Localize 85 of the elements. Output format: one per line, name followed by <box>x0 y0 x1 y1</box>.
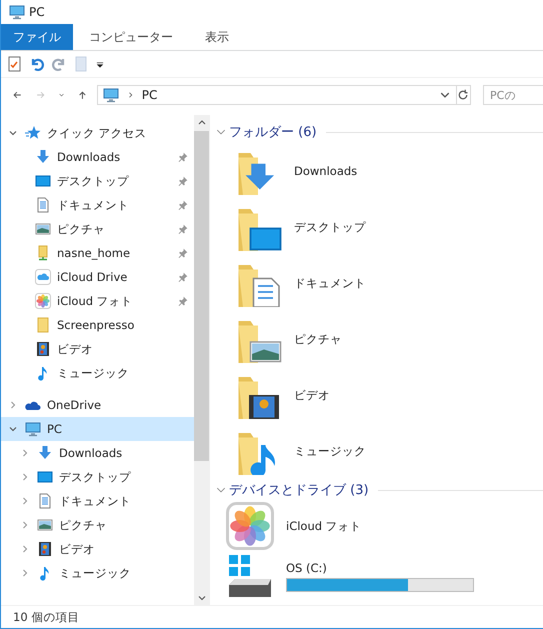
folder-item[interactable]: ドキュメント <box>216 255 543 311</box>
sidebar-item[interactable]: iCloud フォト <box>1 289 194 313</box>
pin-icon[interactable] <box>178 272 188 282</box>
undo-icon[interactable] <box>29 56 45 72</box>
document-icon <box>37 493 53 509</box>
scroll-thumb[interactable] <box>194 131 209 461</box>
properties-icon[interactable] <box>7 56 23 72</box>
sidebar-item[interactable]: クイック アクセス <box>1 121 194 145</box>
sidebar-item[interactable]: Screenpresso <box>1 313 194 337</box>
folder-item[interactable]: iCloud フォト <box>216 501 543 551</box>
collapsed-chevron-icon[interactable] <box>21 473 29 481</box>
blank-page-icon[interactable] <box>73 56 89 72</box>
group-header[interactable]: フォルダー (6) <box>229 123 317 141</box>
collapsed-chevron-icon[interactable] <box>9 401 17 409</box>
redo-icon[interactable] <box>51 56 67 72</box>
document-icon <box>35 197 51 213</box>
computer-icon <box>102 87 120 103</box>
sidebar-item[interactable]: OneDrive <box>1 393 194 417</box>
folder-item[interactable]: デスクトップ <box>216 199 543 255</box>
pin-icon[interactable] <box>178 296 188 306</box>
sidebar-item[interactable]: ピクチャ <box>1 217 194 241</box>
pin-icon[interactable] <box>178 152 188 162</box>
address-bar[interactable]: PC <box>96 85 457 105</box>
sidebar-item[interactable]: ビデオ <box>1 337 194 361</box>
sidebar-item[interactable]: Downloads <box>1 145 194 169</box>
window-title: PC <box>29 5 45 19</box>
refresh-button[interactable] <box>456 85 472 105</box>
folder-item[interactable]: Downloads <box>216 143 543 199</box>
pin-icon[interactable] <box>178 176 188 186</box>
expanded-chevron-icon[interactable] <box>9 425 17 433</box>
pin-icon[interactable] <box>178 224 188 234</box>
desktop-icon <box>35 173 51 189</box>
pin-icon[interactable] <box>178 200 188 210</box>
expanded-chevron-icon[interactable] <box>216 485 226 495</box>
address-path: PC <box>142 88 158 102</box>
star-icon <box>25 125 41 141</box>
scroll-down-icon[interactable] <box>198 595 206 601</box>
recent-dropdown-icon[interactable] <box>58 91 64 99</box>
refresh-icon <box>457 89 470 101</box>
sidebar-item[interactable]: ミュージック <box>1 361 194 385</box>
photos-icon <box>226 502 274 550</box>
collapsed-chevron-icon[interactable] <box>21 497 29 505</box>
sidebar-item[interactable]: ミュージック <box>1 561 194 585</box>
scroll-up-icon[interactable] <box>198 119 206 125</box>
ribbon-tab[interactable]: ファイル <box>1 24 73 50</box>
cloud-icon <box>35 269 51 285</box>
pin-icon[interactable] <box>178 248 188 258</box>
folder-item[interactable]: OS (C:) <box>216 551 543 601</box>
sidebar-item[interactable]: nasne_home <box>1 241 194 265</box>
sidebar-item[interactable]: デスクトップ <box>1 465 194 489</box>
sidebar-item[interactable]: iCloud Drive <box>1 265 194 289</box>
folder-item[interactable]: ピクチャ <box>216 311 543 367</box>
expanded-chevron-icon[interactable] <box>216 127 226 137</box>
computer-icon <box>25 421 41 437</box>
film-icon <box>37 541 53 557</box>
sidebar-item[interactable]: ビデオ <box>1 537 194 561</box>
folder-icon <box>35 317 51 333</box>
dropdown-icon[interactable] <box>440 90 450 100</box>
photos-icon <box>35 293 51 309</box>
sidebar-item[interactable]: PC <box>1 417 194 441</box>
breadcrumb-separator-icon <box>128 91 134 99</box>
search-field[interactable]: PCの <box>483 85 543 105</box>
collapsed-chevron-icon[interactable] <box>21 569 29 577</box>
expanded-chevron-icon[interactable] <box>9 129 17 137</box>
folder-item[interactable]: ビデオ <box>216 367 543 423</box>
folder-item[interactable]: ミュージック <box>216 423 543 479</box>
scrollbar[interactable] <box>194 115 209 605</box>
sidebar-item[interactable]: ドキュメント <box>1 193 194 217</box>
computer-icon <box>9 4 25 20</box>
collapsed-chevron-icon[interactable] <box>21 545 29 553</box>
film-icon <box>35 341 51 357</box>
collapsed-chevron-icon[interactable] <box>21 521 29 529</box>
sidebar-item[interactable]: デスクトップ <box>1 169 194 193</box>
sidebar-item[interactable]: Downloads <box>1 441 194 465</box>
group-header[interactable]: デバイスとドライブ (3) <box>229 481 369 499</box>
picture-icon <box>35 221 51 237</box>
picture-icon <box>37 517 53 533</box>
item-count: 10 個の項目 <box>13 610 80 624</box>
desktop-icon <box>37 469 53 485</box>
downloads-icon <box>35 149 51 165</box>
downloads-icon <box>37 445 53 461</box>
drive-icon <box>226 552 274 600</box>
sidebar-item[interactable]: ドキュメント <box>1 489 194 513</box>
collapsed-chevron-icon[interactable] <box>21 449 29 457</box>
sidebar-item[interactable]: ピクチャ <box>1 513 194 537</box>
